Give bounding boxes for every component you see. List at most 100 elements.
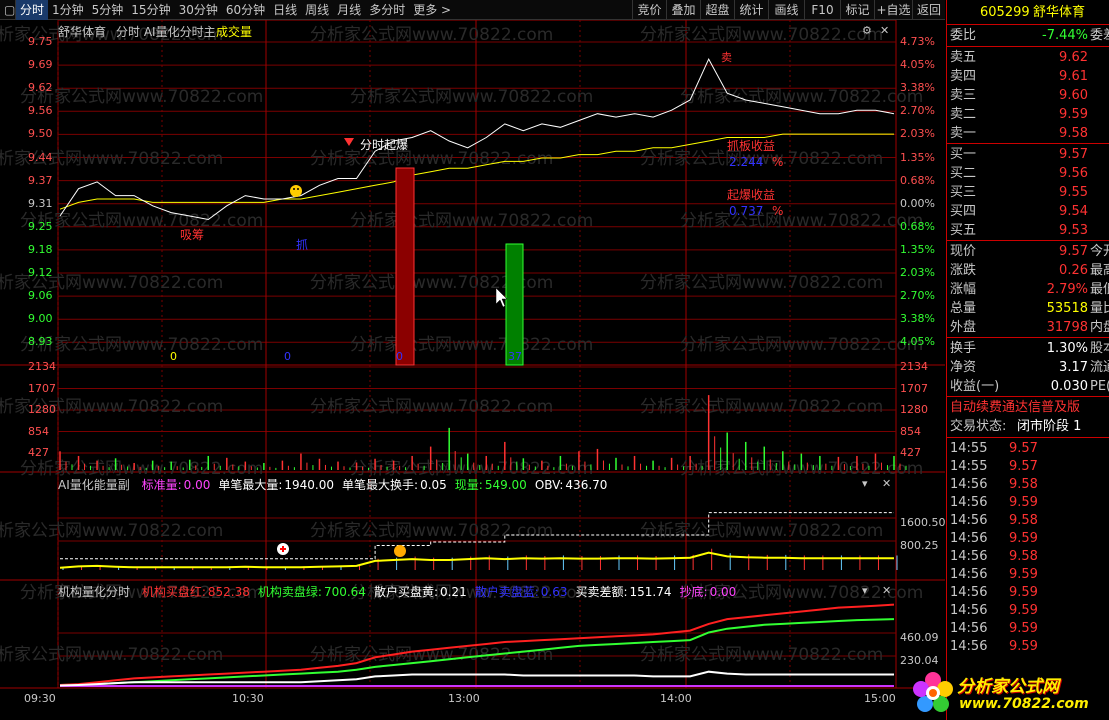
chaopan-button[interactable]: 超盘 [700,0,734,20]
stat-value: 2.79% [1046,282,1088,297]
pct-axis-label: 1.35% [900,150,935,164]
stat-value: 0.030 [1050,379,1088,394]
stats-button[interactable]: 统计 [734,0,768,20]
bar-label-a: 0 [396,350,403,363]
pct-axis-label: 4.05% [900,58,935,72]
watermark-text: 分析家公式网www.70822.com [0,645,223,665]
fenshi-qibao-label: 分时起爆 [360,138,409,152]
watermark-text: 分析家公式网www.70822.com [310,521,553,541]
tick-price: 9.59 [1009,639,1038,654]
weibi-label: 委比 [950,28,977,43]
stat-right-label: 流通 [1090,360,1109,375]
stat-right-label: 股本 [1090,341,1109,356]
book-row[interactable]: 卖二 9.59 [947,106,1109,124]
pct-axis-label: 2.70% [900,104,935,118]
menu-square-icon[interactable]: ▢ [0,0,16,20]
inst-collapse-icon[interactable]: ▾ [862,584,868,597]
zhaban-value: 2.244 [729,155,764,169]
book-row[interactable]: 卖一 9.58 [947,125,1109,143]
overlay-button[interactable]: 叠加 [666,0,700,20]
pct-axis-label: 4.05% [900,335,935,349]
ai-close-icon[interactable]: ✕ [882,477,891,490]
f10-button[interactable]: F10 [804,0,840,20]
tab-15min[interactable]: 15分钟 [127,0,174,20]
ai-collapse-icon[interactable]: ▾ [862,477,868,490]
watermark-text: 分析家公式网www.70822.com [20,211,263,231]
tick-price: 9.58 [1009,549,1038,564]
indicator-label: 单笔最大量: [218,478,283,492]
book-row[interactable]: 卖五 9.62 [947,49,1109,67]
tick-time: 14:56 [950,639,988,654]
indicator-label: 机构买盘红: [141,585,206,599]
mark-button[interactable]: 标记 [840,0,874,20]
book-level-label: 买二 [950,166,977,181]
tab-monthly[interactable]: 月线 [333,0,365,20]
pct-axis-label: 4.73% [900,35,935,48]
tab-more[interactable]: 更多 > [409,0,455,20]
tab-multi-fenshi[interactable]: 多分时 [365,0,409,20]
back-button[interactable]: 返回 [912,0,945,20]
tab-fenshi[interactable]: 分时 [16,0,49,20]
book-row[interactable]: 买三 9.55 [947,184,1109,202]
time-axis-label: 13:00 [448,692,480,705]
price-axis-label: 9.62 [28,81,53,95]
stat-right-label: 最高 [1090,263,1109,278]
indicator-label: 散户卖盘蓝: [474,585,539,599]
volume-axis-label-right: 1707 [900,381,928,395]
period-toolbar: ▢ 分时 1分钟 5分钟 15分钟 30分钟 60分钟 日线 周线 月线 多分时… [0,0,945,20]
book-level-label: 买三 [950,185,977,200]
tab-weekly[interactable]: 周线 [301,0,333,20]
inst-axis-label: 230.04 [900,654,939,667]
tick-time: 14:55 [950,441,988,456]
book-row[interactable]: 卖三 9.60 [947,87,1109,105]
indicator-value: 0.21 [439,585,467,599]
book-row[interactable]: 买四 9.54 [947,203,1109,221]
jingjia-button[interactable]: 竞价 [632,0,666,20]
volume-axis-label-right: 427 [900,446,921,459]
book-row[interactable]: 买一 9.57 [947,146,1109,164]
tab-30min[interactable]: 30分钟 [175,0,222,20]
ai-panel-items: 标准量: 0.00 单笔最大量: 1940.00 单笔最大换手: 0.05 现量: 549.0… [134,478,608,492]
watermark-text: 分析家公式网www.70822.com [310,25,553,45]
indicator-value: 436.70 [565,478,608,492]
draw-button[interactable]: 画线 [768,0,804,20]
book-row[interactable]: 卖四 9.61 [947,68,1109,86]
qibao-label: 起爆收益 [727,188,776,202]
book-row[interactable]: 买二 9.56 [947,165,1109,183]
chart-area[interactable]: 分析家公式网www.70822.com 分析家公式网www.70822.com 分析… [0,20,946,720]
inst-close-icon[interactable]: ✕ [882,584,891,597]
notice-row[interactable]: 自动续费通达信普及版 [947,399,1109,417]
tick-time: 14:56 [950,477,988,492]
tab-daily[interactable]: 日线 [269,0,301,20]
panel-subtitle: 分时 AI量化分时主 [116,25,216,39]
tab-1min[interactable]: 1分钟 [48,0,88,20]
pct-axis-label: 3.38% [900,81,935,95]
pct-axis-label: 3.38% [900,312,935,326]
panel-close-icon[interactable]: ✕ [880,24,889,37]
weibi-row: 委比 -7.44% 委差 [947,27,1109,45]
indicator-label: 抄底: [679,585,708,599]
chart-canvas: 分析家公式网www.70822.com 分析家公式网www.70822.com 分析… [0,20,945,689]
panel-settings-icon[interactable]: ⚙ [862,24,872,37]
tick-time: 14:56 [950,513,988,528]
indicator-label: 单笔最大换手: [342,478,419,492]
tick-time: 14:56 [950,603,988,618]
price-axis-label: 9.69 [28,58,53,72]
renewal-notice[interactable]: 自动续费通达信普及版 [950,399,1080,417]
book-level-label: 卖三 [950,88,977,103]
tab-5min[interactable]: 5分钟 [88,0,128,20]
add-watchlist-button[interactable]: +自选 [874,0,912,20]
price-axis-label: 9.25 [28,219,53,233]
stat-row: 现价 9.57今开 [947,243,1109,261]
smiley-icon [290,185,302,197]
status-value: 闭市阶段 1 [1017,419,1082,434]
dip-label: 抓 [296,238,309,252]
price-axis-label: 9.12 [28,266,53,279]
time-axis-label: 15:00 [864,692,896,705]
book-row[interactable]: 买五 9.53 [947,222,1109,240]
zhaban-label: 抓板收益 [727,139,776,153]
stat-right-label: 内盘 [1090,320,1109,335]
stat-value: 1.30% [1046,341,1088,356]
tab-60min[interactable]: 60分钟 [222,0,269,20]
tick-price: 9.59 [1009,603,1038,618]
